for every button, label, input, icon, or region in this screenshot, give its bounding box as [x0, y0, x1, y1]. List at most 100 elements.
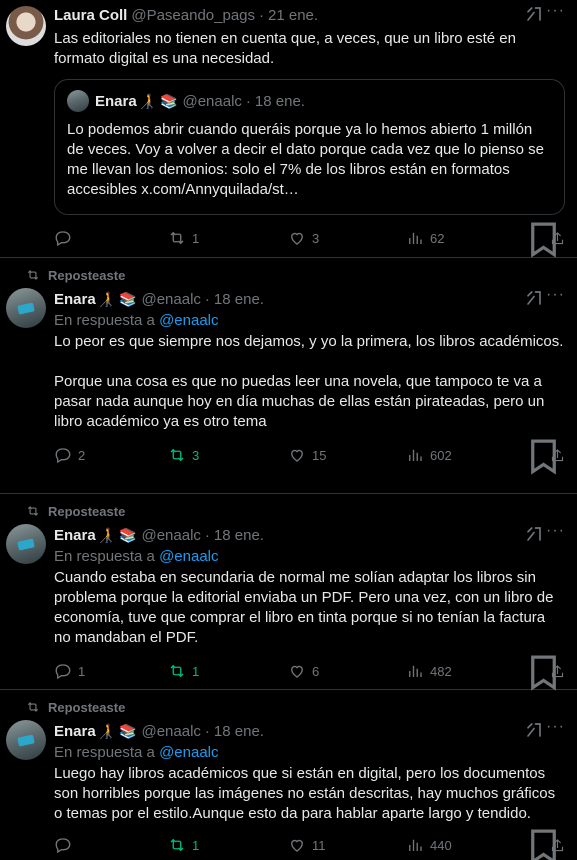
views-icon: [409, 232, 422, 244]
repost-count: 1: [192, 837, 200, 853]
author-emoji: 🧑‍🦯 📚: [97, 526, 137, 543]
author-handle[interactable]: @enaalc: [141, 723, 200, 740]
tweet-date[interactable]: 18 ene.: [214, 723, 264, 740]
share-icon[interactable]: [550, 664, 565, 679]
heart-icon: [291, 839, 303, 852]
tweet-actions: 1 1 6 482: [54, 650, 565, 692]
share-icon[interactable]: [550, 231, 565, 246]
views-count: 482: [430, 663, 452, 679]
repost-count: 3: [192, 447, 200, 463]
views-count: 440: [430, 837, 452, 853]
share-icon[interactable]: [550, 838, 565, 853]
author-name[interactable]: Enara: [54, 291, 96, 308]
avatar[interactable]: [6, 524, 46, 564]
reply-mention-link[interactable]: @enaalc: [159, 548, 218, 565]
repost-banner: Reposteaste: [27, 500, 565, 522]
tweet-date[interactable]: 18 ene.: [214, 291, 264, 308]
reply-icon: [55, 448, 71, 464]
tweet-date[interactable]: 21 ene.: [268, 7, 318, 24]
tweet-actions: 2 3 15 602: [54, 434, 565, 476]
tweet-actions: 1 11 440: [54, 824, 565, 860]
author-handle[interactable]: @enaalc: [141, 527, 200, 544]
reply-icon: [55, 838, 71, 854]
tweet[interactable]: Reposteaste Enara 🧑‍🦯 📚 @enaalc · 18 ene…: [0, 690, 577, 860]
reply-button[interactable]: 1: [54, 662, 85, 680]
avatar[interactable]: [6, 720, 46, 760]
repost-count: 1: [192, 230, 200, 246]
tweet-text: Lo peor es que siempre nos dejamos, y yo…: [54, 333, 564, 430]
views-button[interactable]: 482: [406, 662, 452, 680]
author-name[interactable]: Laura Coll: [54, 7, 127, 24]
avatar[interactable]: [6, 6, 46, 46]
repost-icon: [170, 448, 184, 462]
repost-label[interactable]: Reposteaste: [48, 504, 125, 519]
quote-author-handle: @enaalc: [182, 92, 242, 110]
grok-icon[interactable]: [525, 525, 543, 543]
tweet-date[interactable]: 18 ene.: [214, 527, 264, 544]
repost-label[interactable]: Reposteaste: [48, 700, 125, 715]
tweet[interactable]: Reposteaste Enara 🧑‍🦯 📚 @enaalc · 18 ene…: [0, 258, 577, 494]
grok-icon[interactable]: [525, 5, 543, 23]
quoted-tweet[interactable]: Enara 🧑‍🦯 📚 @enaalc · 18 ene. Lo podemos…: [54, 79, 565, 215]
more-options-icon[interactable]: ···: [546, 286, 565, 304]
like-count: 6: [312, 663, 320, 679]
reply-count: 2: [78, 447, 86, 463]
views-count: 62: [430, 230, 445, 246]
repost-icon: [170, 664, 184, 678]
share-icon[interactable]: [550, 448, 565, 463]
views-button[interactable]: 602: [406, 446, 452, 464]
author-name[interactable]: Enara: [54, 723, 96, 740]
tweet-actions: 1 3 62: [54, 217, 565, 259]
repost-button[interactable]: 1: [168, 229, 199, 247]
timeline-feed: Laura Coll @Paseando_pags · 21 ene. ··· …: [0, 0, 577, 860]
more-options-icon[interactable]: ···: [546, 2, 565, 20]
repost-button[interactable]: 1: [168, 836, 199, 854]
like-button[interactable]: 11: [288, 836, 326, 854]
tweet-header: Enara 🧑‍🦯 📚 @enaalc · 18 ene. ···: [54, 718, 565, 742]
tweet-text: Cuando estaba en secundaria de normal me…: [54, 569, 554, 646]
quote-header: Enara 🧑‍🦯 📚 @enaalc · 18 ene.: [67, 90, 552, 112]
reply-icon: [55, 664, 71, 680]
separator-dot: ·: [204, 722, 210, 740]
separator-dot: ·: [204, 526, 210, 544]
like-button[interactable]: 3: [288, 229, 319, 247]
quote-avatar: [67, 90, 89, 112]
views-button[interactable]: 440: [406, 836, 452, 854]
reply-button[interactable]: [54, 836, 78, 854]
author-name[interactable]: Enara: [54, 527, 96, 544]
views-count: 602: [430, 447, 452, 463]
separator-dot: ·: [245, 92, 251, 110]
views-icon: [409, 449, 422, 461]
author-handle[interactable]: @enaalc: [141, 291, 200, 308]
like-count: 11: [312, 837, 326, 853]
like-button[interactable]: 15: [288, 446, 326, 464]
repost-button[interactable]: 1: [168, 662, 199, 680]
more-options-icon[interactable]: ···: [546, 718, 565, 736]
grok-icon[interactable]: [525, 289, 543, 307]
repost-button[interactable]: 3: [168, 446, 199, 464]
repost-count: 1: [192, 663, 200, 679]
reply-button[interactable]: [54, 229, 78, 247]
reply-mention-link[interactable]: @enaalc: [159, 744, 218, 761]
views-button[interactable]: 62: [406, 229, 444, 247]
reply-count: 1: [78, 663, 86, 679]
tweet-text: Las editoriales no tienen en cuenta que,…: [54, 30, 516, 67]
views-icon: [409, 839, 422, 851]
repost-label[interactable]: Reposteaste: [48, 268, 125, 283]
tweet[interactable]: Laura Coll @Paseando_pags · 21 ene. ··· …: [0, 0, 577, 258]
more-options-icon[interactable]: ···: [546, 522, 565, 540]
tweet[interactable]: Reposteaste Enara 🧑‍🦯 📚 @enaalc · 18 ene…: [0, 494, 577, 692]
reply-button[interactable]: 2: [54, 446, 85, 464]
author-handle[interactable]: @Paseando_pags: [131, 7, 255, 24]
reply-context: En respuesta a @enaalc: [54, 546, 565, 568]
avatar[interactable]: [6, 288, 46, 328]
reply-mention-link[interactable]: @enaalc: [159, 312, 218, 329]
repost-small-icon: [27, 702, 39, 712]
like-count: 3: [312, 230, 320, 246]
grok-icon[interactable]: [525, 721, 543, 739]
quote-date: 18 ene.: [254, 92, 305, 110]
repost-icon: [170, 838, 184, 852]
like-button[interactable]: 6: [288, 662, 319, 680]
tweet-header: Enara 🧑‍🦯 📚 @enaalc · 18 ene. ···: [54, 286, 565, 310]
heart-icon: [291, 449, 303, 462]
